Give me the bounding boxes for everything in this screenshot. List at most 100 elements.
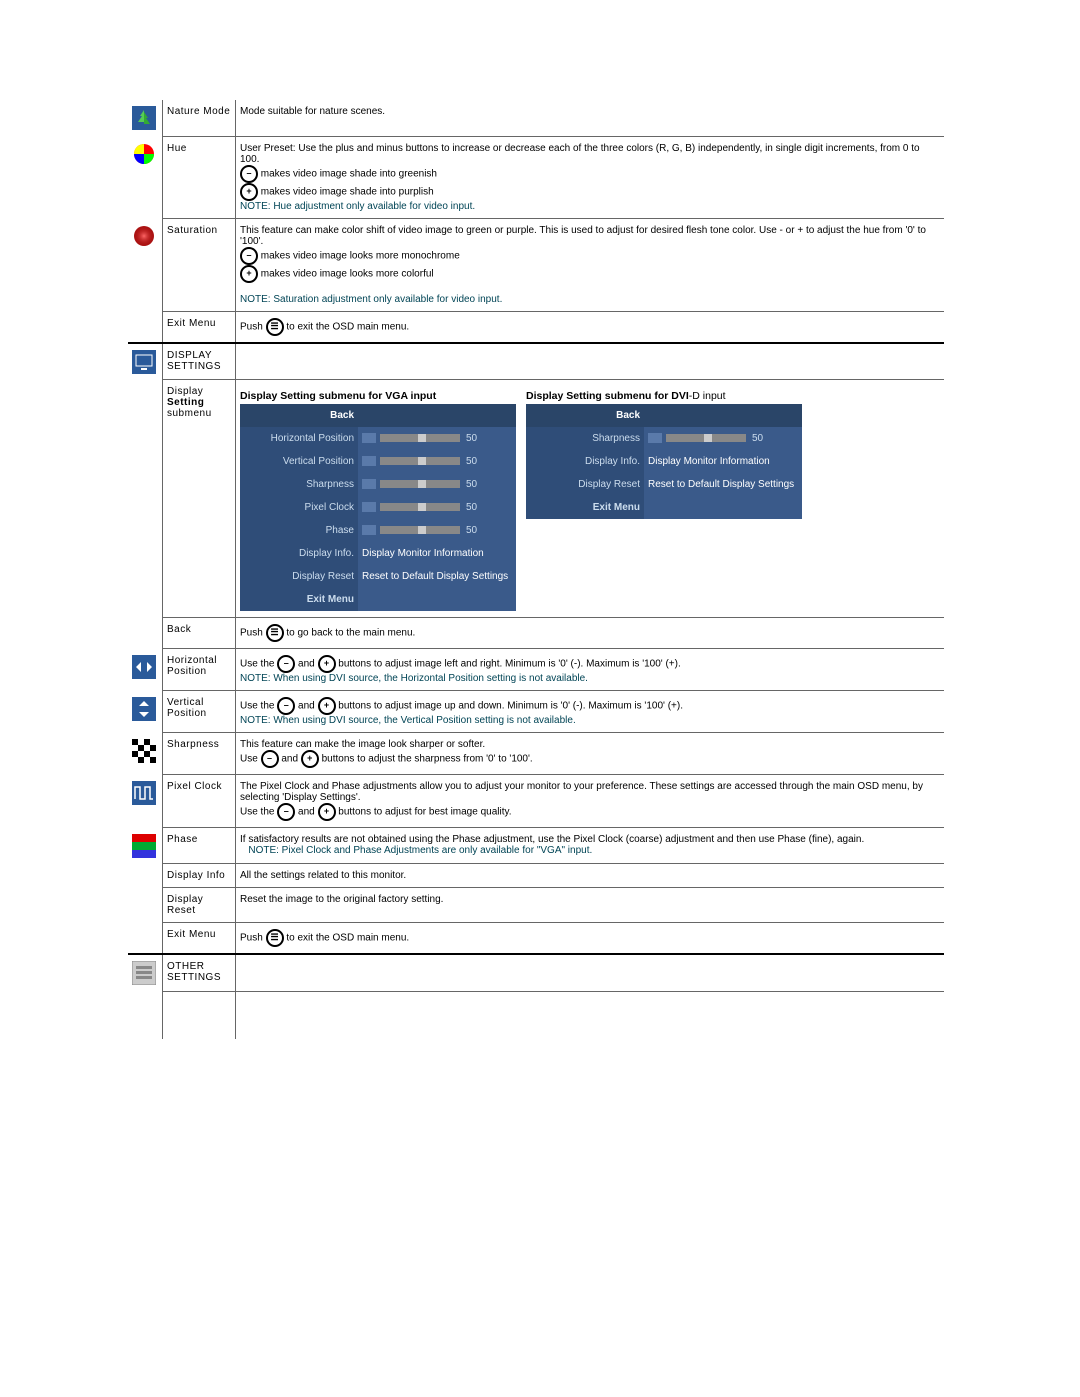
vga-pc-v: 50 [466,502,477,513]
back-b: to go back to the main menu. [284,628,416,639]
exit-menu-label: Exit Menu [163,923,236,955]
vga-back: Back [240,404,358,427]
minus-button-icon: – [277,655,295,673]
dss-l1: Display [167,386,203,397]
display-info-label: Display Info [163,864,236,888]
slider-icon [380,480,460,488]
horizontal-position-icon [132,655,156,679]
pixel-clock-icon [132,781,156,805]
dvi-di-v: Display Monitor Information [644,450,802,473]
dvi-sh-v: 50 [752,433,763,444]
other-settings-label: OTHER SETTINGS [163,954,236,991]
hue-line3: makes video image shade into purplish [261,186,434,197]
vertical-position-icon [132,697,156,721]
slider-icon [380,457,460,465]
dvi-em: Exit Menu [526,496,644,519]
vga-pc: Pixel Clock [240,496,358,519]
exit2-a: Push [240,933,266,944]
vga-di: Display Info. [240,542,358,565]
phase-note: NOTE: Pixel Clock and Phase Adjustments … [248,845,592,856]
hue-note: NOTE: Hue adjustment only available for … [240,201,475,212]
vga-ph: Phase [240,519,358,542]
sharpness-desc: This feature can make the image look sha… [236,733,945,775]
hpos-desc: Use the – and + buttons to adjust image … [236,649,945,691]
nature-icon [132,106,156,130]
vga-sh-v: 50 [466,479,477,490]
sharp-l2b: and [279,754,301,765]
hue-label: Hue [163,136,236,218]
phase-desc: If satisfactory results are not obtained… [236,828,945,864]
exit2-b: to exit the OSD main menu. [284,933,410,944]
display-settings-label: DISPLAY SETTINGS [163,343,236,380]
sharpness-icon [132,739,156,763]
display-settings-icon [132,350,156,374]
slider-icon [380,434,460,442]
other-settings-icon [132,961,156,985]
sharp-l2c: buttons to adjust the sharpness from '0'… [319,754,533,765]
plus-button-icon: + [318,803,336,821]
hpos-c: buttons to adjust image left and right. … [336,659,681,670]
back-a: Push [240,628,266,639]
back-desc: Push ☰ to go back to the main menu. [236,618,945,649]
sat-note: NOTE: Saturation adjustment only availab… [240,294,502,305]
dvi-submenu-heading: Display Setting submenu for DVI-D input [526,390,802,402]
pixel-clock-desc: The Pixel Clock and Phase adjustments al… [236,775,945,828]
vga-vp-v: 50 [466,456,477,467]
pc-l2b: and [295,807,317,818]
dvi-head-a: Display Setting submenu for DVI [526,390,689,402]
hpos-b: and [295,659,317,670]
display-setting-submenu-label: Display Setting submenu [163,380,236,618]
minus-button-icon: – [277,697,295,715]
exit1-a: Push [240,321,266,332]
vpos-a: Use the [240,701,277,712]
dvi-sh: Sharpness [526,427,644,450]
plus-button-icon: + [318,655,336,673]
vpos-desc: Use the – and + buttons to adjust image … [236,691,945,733]
other-settings-empty [236,954,945,991]
menu-button-icon: ☰ [266,624,284,642]
slider-icon [666,434,746,442]
plus-button-icon: + [301,750,319,768]
sat-line1: This feature can make color shift of vid… [240,225,926,247]
vga-hp-v: 50 [466,433,477,444]
minus-button-icon: – [277,803,295,821]
nature-mode-desc: Mode suitable for nature scenes. [236,100,945,136]
minus-button-icon: – [240,165,258,183]
dvi-dr-v: Reset to Default Display Settings [644,473,802,496]
plus-button-icon: + [318,697,336,715]
saturation-icon [132,224,156,248]
osd-doc-table: Nature Mode Mode suitable for nature sce… [128,100,944,1039]
exit-menu-desc: Push ☰ to exit the OSD main menu. [236,923,945,955]
pc-l2a: Use the [240,807,277,818]
display-setting-submenu-desc: Display Setting submenu for VGA input Ba… [236,380,945,618]
dvi-di: Display Info. [526,450,644,473]
dvi-head-b: -D input [689,390,726,402]
vga-em: Exit Menu [240,588,358,611]
back-label: Back [163,618,236,649]
display-reset-desc: Reset the image to the original factory … [236,888,945,923]
slider-icon [380,503,460,511]
hue-line2: makes video image shade into greenish [261,168,437,179]
pc-l2c: buttons to adjust for best image quality… [336,807,512,818]
plus-button-icon: + [240,183,258,201]
display-reset-label: Display Reset [163,888,236,923]
minus-button-icon: – [261,750,279,768]
dvi-submenu: Back Sharpness 50 Display Info.Display Mo… [526,404,802,519]
plus-button-icon: + [240,265,258,283]
hpos-note: NOTE: When using DVI source, the Horizon… [240,673,588,684]
dvi-back: Back [526,404,644,427]
saturation-desc: This feature can make color shift of vid… [236,218,945,311]
exit-menu-label: Exit Menu [163,311,236,343]
sharpness-label: Sharpness [163,733,236,775]
sat-line2: makes video image looks more monochrome [261,250,460,261]
minus-button-icon: – [240,247,258,265]
vga-submenu: Back Horizontal Position50 Vertical Posi… [240,404,516,611]
hue-desc: User Preset: Use the plus and minus butt… [236,136,945,218]
dss-l3: submenu [167,408,212,419]
vga-submenu-heading: Display Setting submenu for VGA input [240,390,516,402]
vga-di-v: Display Monitor Information [358,542,516,565]
hpos-label: Horizontal Position [163,649,236,691]
sharp-l2a: Use [240,754,261,765]
vga-ph-v: 50 [466,525,477,536]
menu-button-icon: ☰ [266,318,284,336]
